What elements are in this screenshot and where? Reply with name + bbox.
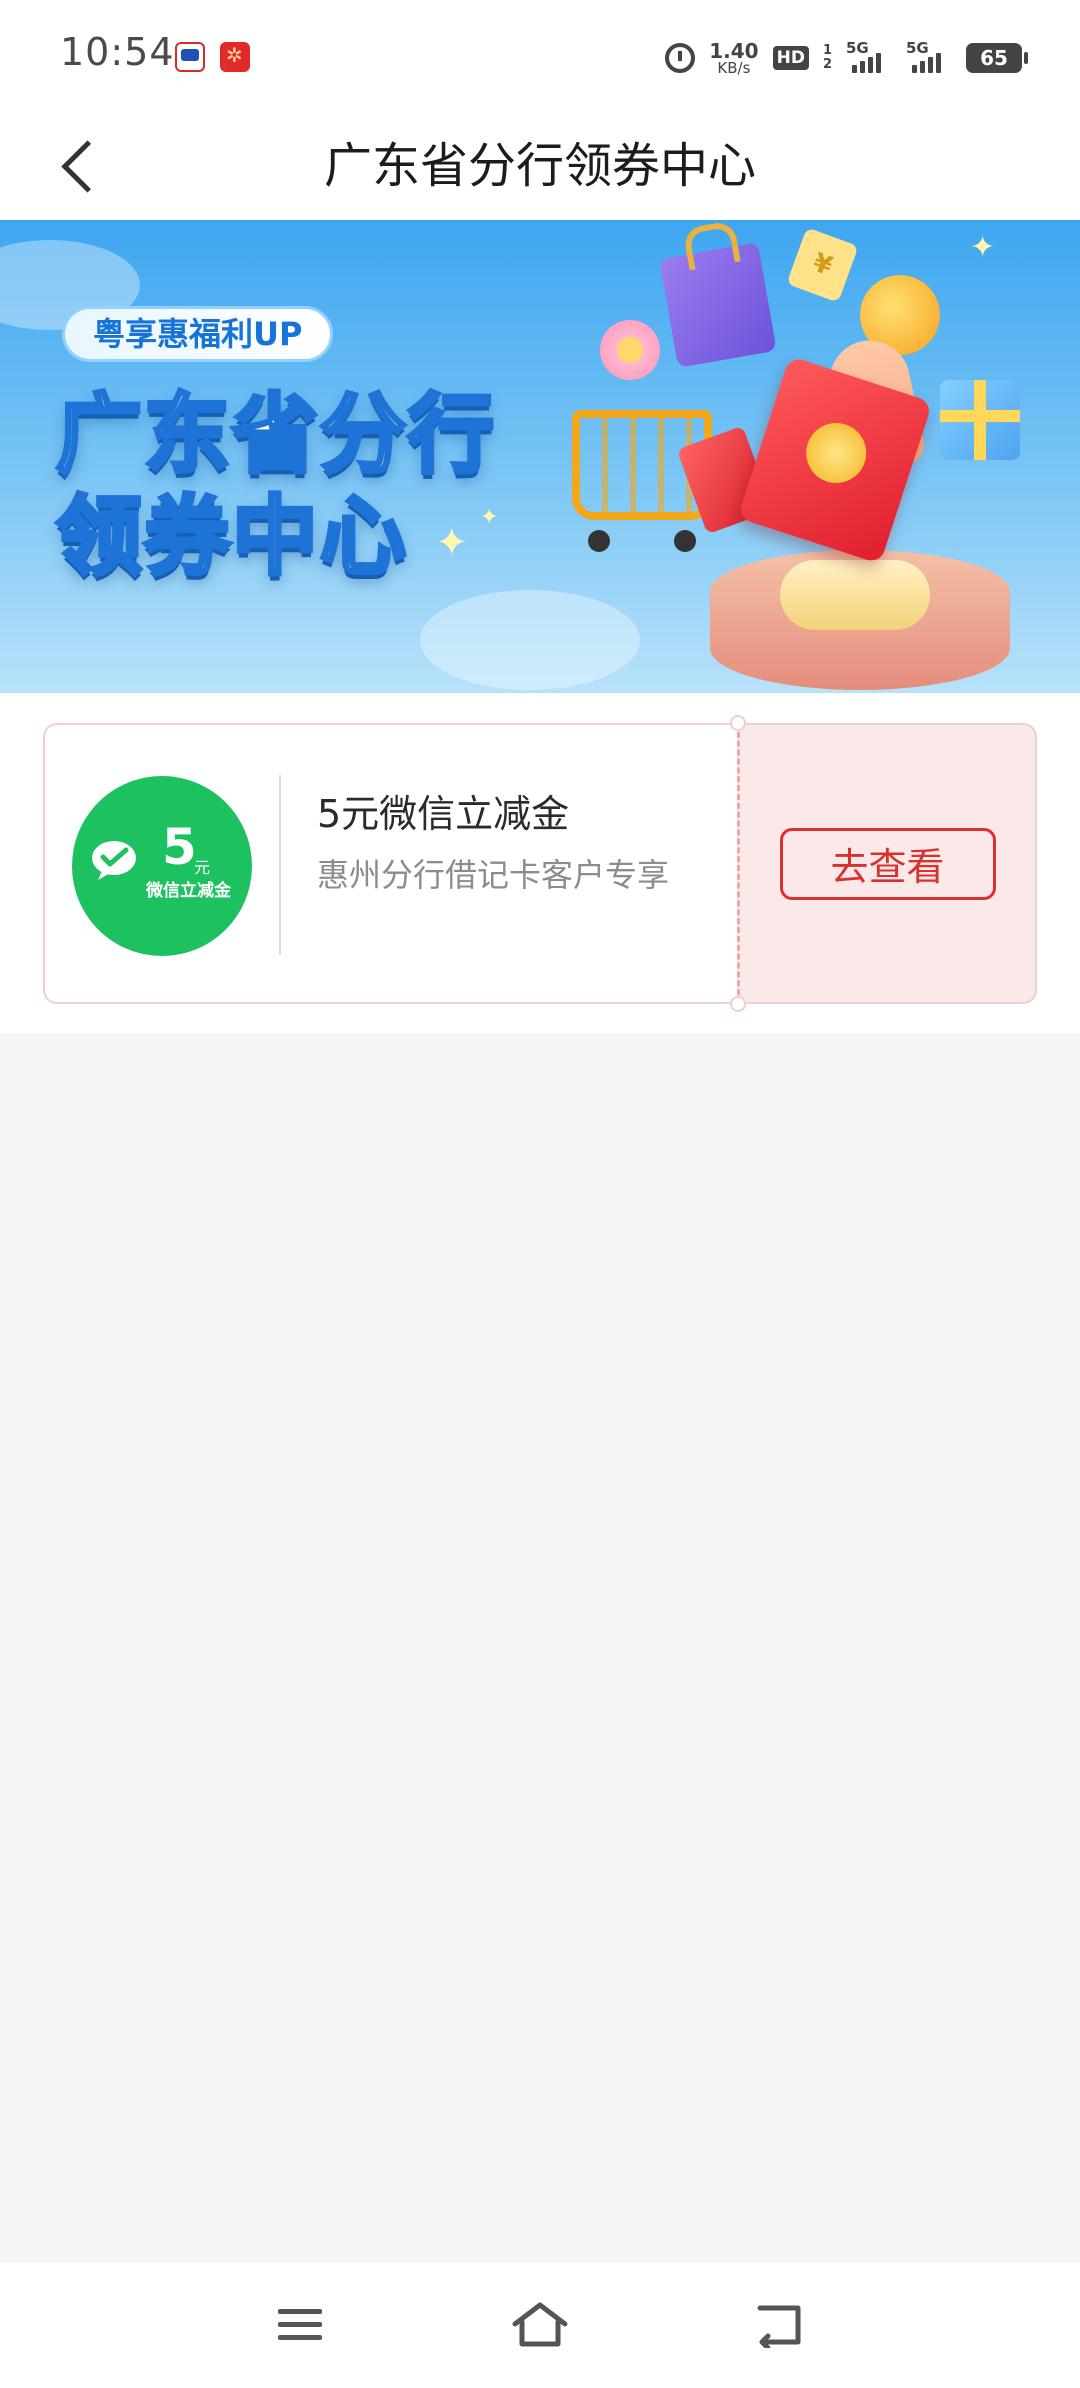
- system-navigation-bar: [0, 2263, 1080, 2388]
- sparkle-icon: ✦: [435, 520, 469, 566]
- sim-indicator: 1 2: [822, 42, 832, 73]
- bank-app-notification-icon: [175, 42, 205, 72]
- view-coupon-button[interactable]: 去查看: [779, 827, 996, 900]
- back-nav-button[interactable]: [748, 2293, 812, 2357]
- back-icon: [757, 2305, 801, 2348]
- battery-icon: 65: [966, 43, 1028, 73]
- page-title: 广东省分行领券中心: [323, 138, 756, 194]
- status-bar: 10:54 1.40 KB/s HD 1 2 5G 5G 65: [0, 0, 1080, 112]
- sparkle-icon: ✦: [970, 230, 996, 265]
- coupon-action-area: 去查看: [737, 723, 1037, 1004]
- banner-headline-line2: 领券中心: [54, 487, 408, 587]
- wechat-pay-icon: [92, 841, 136, 880]
- promo-banner[interactable]: 粤享惠福利UP 广东省分行 领券中心 ✦ ✦ ✦ ¥: [0, 220, 1080, 693]
- gift-box-icon: [940, 380, 1020, 460]
- signal-2-label: 5G: [906, 39, 929, 57]
- network-speed: 1.40 KB/s: [709, 41, 758, 76]
- badge-caption: 微信立减金: [146, 881, 231, 901]
- status-time: 10:54: [60, 30, 175, 74]
- menu-icon: [278, 2309, 322, 2340]
- signal-2-icon: 5G: [906, 39, 952, 73]
- flower-icon: [600, 320, 660, 380]
- ticket-notch-top: [730, 715, 746, 731]
- coupon-badge: 5 元 微信立减金: [72, 776, 252, 956]
- sim-indicator-bottom: 2: [822, 57, 832, 72]
- badge-unit: 元: [194, 858, 211, 877]
- coupon-ticket-icon: ¥: [786, 227, 859, 303]
- sim-indicator-top: 1: [822, 42, 832, 58]
- hd-icon: HD: [772, 46, 809, 70]
- banner-headline-line1: 广东省分行: [54, 385, 496, 485]
- coupon-divider: [279, 775, 281, 955]
- home-icon: [512, 2302, 568, 2347]
- banner-tag: 粤享惠福利UP: [62, 306, 334, 362]
- empty-content-area: [0, 1033, 1080, 2263]
- coupon-info: 5 元 微信立减金 5元微信立减金 惠州分行借记卡客户专享: [43, 723, 737, 1004]
- ticket-notch-bottom: [730, 996, 746, 1012]
- badge-amount: 5: [162, 818, 197, 876]
- ribbon-bow-illustration: [780, 560, 930, 630]
- signal-1-icon: 5G: [846, 39, 892, 73]
- coupon-description: 惠州分行借记卡客户专享: [317, 856, 670, 894]
- signal-1-label: 5G: [846, 39, 869, 57]
- cloud-decoration: [420, 590, 640, 690]
- coupon-card[interactable]: 5 元 微信立减金 5元微信立减金 惠州分行借记卡客户专享 去查看: [43, 715, 1037, 1012]
- status-indicators: 1.40 KB/s HD 1 2 5G 5G 65: [665, 34, 1028, 82]
- home-button[interactable]: [508, 2293, 572, 2357]
- sparkle-icon: ✦: [480, 505, 499, 530]
- alarm-icon: [665, 43, 696, 73]
- coupon-title: 5元微信立减金: [317, 792, 570, 836]
- coupon-list: 5 元 微信立减金 5元微信立减金 惠州分行借记卡客户专享 去查看: [0, 693, 1080, 1033]
- title-bar: 广东省分行领券中心: [0, 112, 1080, 220]
- recent-apps-button[interactable]: [268, 2293, 332, 2357]
- red-app-notification-icon: [220, 42, 250, 72]
- network-speed-unit: KB/s: [717, 58, 751, 77]
- network-speed-value: 1.40: [709, 38, 759, 63]
- shopping-bag-illustration: [659, 242, 777, 368]
- back-button[interactable]: [40, 126, 120, 206]
